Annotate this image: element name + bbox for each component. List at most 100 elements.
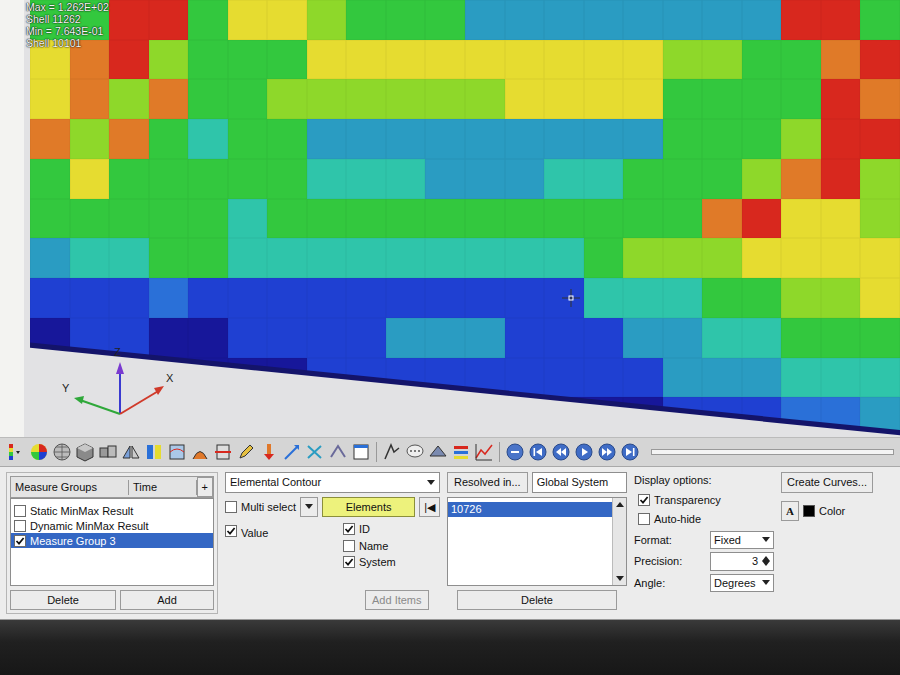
delete-button[interactable]: Delete — [10, 590, 116, 611]
measure-group-item[interactable]: Static MinMax Result — [11, 503, 213, 518]
scrollbar[interactable] — [612, 498, 626, 585]
contour-cell — [109, 238, 149, 278]
precision-spinner[interactable]: 3 — [710, 552, 774, 571]
spin-buttons-icon — [762, 556, 770, 566]
multi-select-checkbox[interactable] — [225, 501, 237, 513]
selection-mode-button[interactable] — [300, 497, 318, 517]
label-option: Name — [343, 538, 396, 555]
cube-pair-icon[interactable] — [98, 442, 118, 462]
play-icon[interactable] — [574, 442, 594, 462]
contour-cell — [267, 358, 307, 398]
contour-cell — [465, 278, 505, 318]
contour-cell — [860, 79, 900, 119]
iso-icon[interactable] — [190, 442, 210, 462]
contour-cell — [465, 238, 505, 278]
contour-cell — [228, 159, 268, 199]
contour-cell — [623, 358, 663, 398]
contour-cell — [188, 199, 228, 239]
stack-icon[interactable] — [451, 442, 471, 462]
first-frame-icon[interactable] — [528, 442, 548, 462]
display-option: Transparency — [634, 492, 774, 509]
scroll-down-icon[interactable] — [616, 576, 624, 581]
contour-cell — [663, 358, 703, 398]
contour-cell — [70, 358, 110, 398]
animation-slider[interactable] — [651, 449, 894, 455]
measure-group-checkbox[interactable] — [14, 535, 26, 547]
measure-type-value: Elemental Contour — [230, 474, 321, 491]
color-wheel-icon[interactable] — [29, 442, 49, 462]
value-checkbox[interactable] — [225, 525, 237, 537]
contour-cell — [425, 119, 465, 159]
tensor-icon[interactable] — [305, 442, 325, 462]
cube-icon[interactable] — [75, 442, 95, 462]
entity-item[interactable]: 10726 — [448, 502, 612, 517]
contour-cell — [702, 238, 742, 278]
color-swatch[interactable] — [803, 505, 815, 517]
ply-icon[interactable] — [428, 442, 448, 462]
resolved-in-button[interactable]: Resolved in... — [447, 472, 528, 493]
value-label: Value — [241, 525, 268, 542]
contour-cell — [623, 0, 663, 40]
contour-cell — [70, 238, 110, 278]
label-option: ID — [343, 521, 396, 538]
contour-cell — [346, 238, 386, 278]
angle-value: Degrees — [714, 575, 756, 592]
add-button[interactable]: Add — [120, 590, 214, 611]
legend-bar-icon[interactable] — [144, 442, 164, 462]
contour-icon[interactable] — [6, 442, 26, 462]
deformed-icon[interactable] — [167, 442, 187, 462]
contour-cell — [781, 119, 821, 159]
measure-type-dropdown[interactable]: Elemental Contour — [225, 472, 440, 493]
graph-icon[interactable] — [474, 442, 494, 462]
contour-cell — [109, 199, 149, 239]
measure-group-item[interactable]: Measure Group 3 — [11, 533, 213, 548]
comment-icon[interactable] — [405, 442, 425, 462]
contour-cell — [346, 40, 386, 80]
contour-cell — [663, 119, 703, 159]
display-options-title: Display options: — [634, 472, 774, 489]
contour-cell — [584, 79, 624, 119]
label-checkbox[interactable] — [343, 540, 355, 552]
contour-cell — [386, 0, 426, 40]
pencil-icon[interactable] — [236, 442, 256, 462]
hotspot-icon[interactable] — [382, 442, 402, 462]
contour-cell — [860, 40, 900, 80]
vector-icon[interactable] — [282, 442, 302, 462]
animation-options-icon[interactable] — [505, 442, 525, 462]
angle-dropdown[interactable]: Degrees — [710, 574, 774, 593]
auto-hide-checkbox[interactable] — [638, 513, 650, 525]
transparency-checkbox[interactable] — [638, 494, 650, 506]
label-checkbox[interactable] — [343, 556, 355, 568]
contour-cell — [267, 0, 307, 40]
delete-button[interactable]: Delete — [457, 590, 617, 611]
contour-cell — [623, 119, 663, 159]
label-checkbox[interactable] — [343, 523, 355, 535]
font-button[interactable]: A — [781, 501, 799, 522]
next-frame-icon[interactable] — [597, 442, 617, 462]
column-header[interactable]: Measure Groups — [11, 480, 129, 495]
elements-button[interactable]: Elements — [322, 497, 415, 518]
contour-cell — [544, 79, 584, 119]
previous-frame-icon[interactable] — [551, 442, 571, 462]
measure-group-checkbox[interactable] — [14, 505, 26, 517]
add-column-button[interactable]: + — [197, 477, 213, 497]
notes-icon[interactable] — [351, 442, 371, 462]
contour-cell — [860, 358, 900, 398]
column-header[interactable]: Time — [129, 480, 197, 495]
create-curves-button[interactable]: Create Curves... — [781, 472, 873, 493]
mesh-sphere-icon[interactable] — [52, 442, 72, 462]
section-cut-icon[interactable] — [213, 442, 233, 462]
coordinate-system-field[interactable]: Global System — [532, 472, 627, 493]
mirror-icon[interactable] — [121, 442, 141, 462]
query-icon[interactable] — [259, 442, 279, 462]
reset-button[interactable]: |◀ — [419, 497, 440, 518]
format-dropdown[interactable]: Fixed — [710, 531, 774, 550]
resolved-box: Resolved in...Global System 10726 Delete — [447, 472, 627, 614]
measure-group-checkbox[interactable] — [14, 520, 26, 532]
scroll-up-icon[interactable] — [616, 502, 624, 507]
contour-cell — [267, 199, 307, 239]
contour-cell — [267, 159, 307, 199]
last-frame-icon[interactable] — [620, 442, 640, 462]
measure-icon[interactable] — [328, 442, 348, 462]
measure-group-item[interactable]: Dynamic MinMax Result — [11, 518, 213, 533]
